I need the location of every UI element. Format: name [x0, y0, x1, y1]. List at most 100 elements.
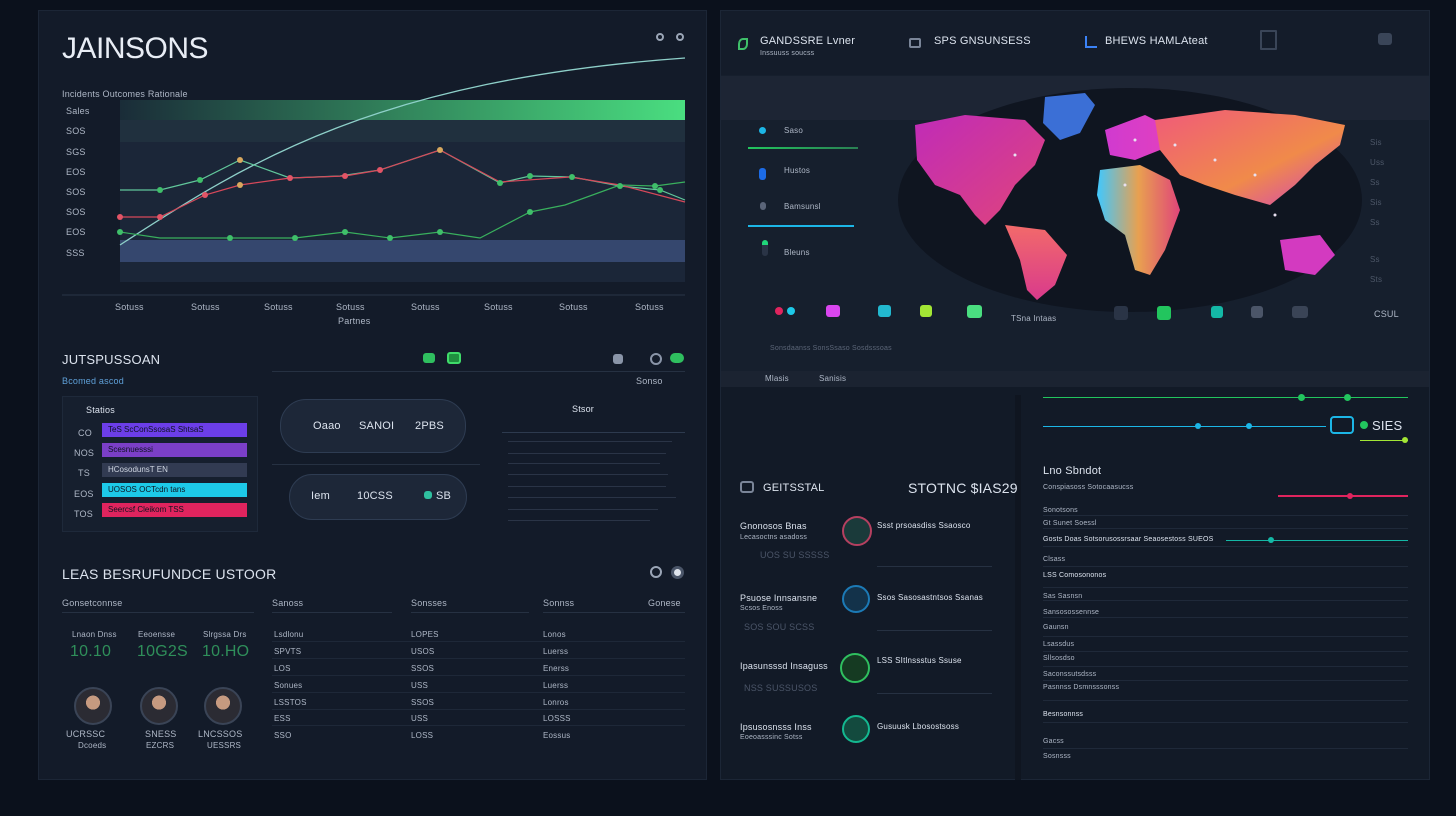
- person-caption: UCRSSC: [66, 729, 106, 739]
- scissors-icon[interactable]: [1251, 306, 1263, 318]
- image-icon[interactable]: [967, 305, 982, 318]
- table-cell: SSOS: [411, 698, 435, 707]
- badge-value: SIES: [1372, 418, 1403, 433]
- x-tick: Sotuss: [264, 302, 293, 312]
- list-title: Lno Sbndot: [1043, 465, 1102, 477]
- table-cell: LOPES: [411, 630, 439, 639]
- list-item[interactable]: Gosts Doas Sotsorusossrsaar Seaosestoss …: [1043, 536, 1213, 543]
- performance-line-chart: [62, 57, 686, 296]
- list-item[interactable]: Gacss: [1043, 738, 1064, 745]
- mid-row-right: Ssos Sasosastntsos Ssanas: [877, 593, 983, 602]
- progress-dot[interactable]: [1246, 423, 1252, 429]
- list-item[interactable]: Sllsosdso: [1043, 655, 1075, 662]
- list-item[interactable]: Clsass: [1043, 556, 1065, 563]
- globe-icon[interactable]: [842, 715, 870, 743]
- grid-view-icon[interactable]: [447, 352, 461, 364]
- toggle-icon[interactable]: [671, 566, 684, 579]
- box-icon[interactable]: [878, 305, 891, 317]
- column-header[interactable]: Sonsses: [411, 598, 447, 608]
- list-item[interactable]: Sosnsss: [1043, 753, 1071, 760]
- map-label: Uss: [1370, 158, 1385, 167]
- row-icon[interactable]: [842, 516, 872, 546]
- column-header[interactable]: Gonese: [648, 598, 681, 608]
- status-bar[interactable]: UOSOS OCTcdn tans: [102, 483, 247, 497]
- check-icon[interactable]: [1157, 306, 1171, 320]
- mid-row-sub: Eoeoasssinc Sotss: [740, 734, 803, 741]
- user-icon[interactable]: [1378, 33, 1392, 45]
- avatar[interactable]: [74, 687, 112, 725]
- progress-dot[interactable]: [1195, 423, 1201, 429]
- list-item[interactable]: Saconssutsdsss: [1043, 671, 1096, 678]
- status-bar[interactable]: TeS ScConSsosaS ShtsaS: [102, 423, 247, 437]
- stat-pill-value: 2PBS: [415, 420, 444, 432]
- person-name: Lnaon Dnss: [72, 630, 117, 639]
- progress-track: [1360, 440, 1408, 441]
- table-cell: Lonros: [543, 698, 569, 707]
- table-cell: SPVTS: [274, 647, 302, 656]
- avatar[interactable]: [204, 687, 242, 725]
- header-item-title[interactable]: BHEWS HAMLAteat: [1105, 35, 1208, 47]
- status-bar[interactable]: Scesnuesssi: [102, 443, 247, 457]
- chart-toggle-icon[interactable]: [423, 353, 435, 363]
- share-icon[interactable]: [670, 353, 684, 363]
- person-caption: SNESS: [145, 729, 177, 739]
- table-cell: Luerss: [543, 647, 569, 656]
- header-item-title[interactable]: SPS GNSUNSESS: [934, 35, 1031, 47]
- bolt-icon[interactable]: [840, 653, 870, 683]
- mid-row-title[interactable]: Ipsusosnsss Inss: [740, 722, 812, 732]
- column-header[interactable]: Sonnss: [543, 598, 574, 608]
- pin-icon[interactable]: [787, 307, 795, 315]
- mid-row-title[interactable]: Gnonosos Bnas: [740, 521, 807, 531]
- legend-icon: [762, 240, 768, 256]
- sort-icon[interactable]: [424, 491, 432, 499]
- progress-dot[interactable]: [1344, 394, 1351, 401]
- list-item[interactable]: Besnsonnss: [1043, 711, 1083, 718]
- map-label: Ss: [1370, 178, 1380, 187]
- list-item[interactable]: Sonotsons: [1043, 507, 1078, 514]
- section-right-label: Sonso: [636, 376, 663, 386]
- header-item-sub: Inssuuss soucss: [760, 50, 815, 57]
- tab-item[interactable]: Sanisis: [819, 374, 846, 383]
- status-bar[interactable]: Seercsf Cleikom TSS: [102, 503, 247, 517]
- table-cell: LOSSS: [543, 714, 571, 723]
- y-tick: SSS: [66, 248, 85, 258]
- plus-icon[interactable]: [920, 305, 932, 317]
- list-item[interactable]: Lsassdus: [1043, 641, 1074, 648]
- robot-icon[interactable]: [1211, 306, 1223, 318]
- column-header[interactable]: Gonsetconnse: [62, 598, 122, 608]
- status-bar[interactable]: HCosodunsT EN: [102, 463, 247, 477]
- refresh-icon[interactable]: [650, 353, 662, 365]
- search-icon[interactable]: [650, 566, 662, 578]
- list-item[interactable]: Sansosossennse: [1043, 609, 1099, 616]
- list-item[interactable]: Sas Sasnsn: [1043, 593, 1082, 600]
- table-cell: LOSS: [411, 731, 434, 740]
- folder-icon[interactable]: [1292, 306, 1308, 318]
- list-item[interactable]: Gaunsn: [1043, 624, 1069, 631]
- list-item[interactable]: Gt Sunet Soessl: [1043, 520, 1097, 527]
- header-item-title[interactable]: GANDSSRE Lvner: [760, 35, 855, 47]
- bookmark-icon[interactable]: [613, 354, 623, 364]
- column-header[interactable]: Sanoss: [272, 598, 303, 608]
- flag-icon[interactable]: [826, 305, 840, 317]
- list-item[interactable]: LSS Comosononos: [1043, 572, 1106, 579]
- mid-row-extra: UOS SU SSSSS: [760, 550, 830, 560]
- status-row-num: TOS: [74, 509, 93, 519]
- x-tick: Sotuss: [635, 302, 664, 312]
- shield-icon[interactable]: [842, 585, 870, 613]
- progress-dot[interactable]: [1298, 394, 1305, 401]
- document-icon[interactable]: [1260, 30, 1277, 50]
- y-tick: Sales: [66, 106, 90, 116]
- mid-row-title[interactable]: Ipasunsssd Insaguss: [740, 661, 828, 671]
- pin-icon[interactable]: [775, 307, 783, 315]
- chart-icon[interactable]: [1114, 306, 1128, 320]
- progress-dot[interactable]: [1402, 437, 1408, 443]
- list-item[interactable]: Pasnnss Dsmnsssonss: [1043, 684, 1119, 691]
- mid-row-right: Gusuusk Lbosostsoss: [877, 722, 960, 731]
- section-subtitle: Bcomed ascod: [62, 376, 124, 386]
- mid-row-title[interactable]: Psuose Innsansne: [740, 593, 817, 603]
- tab-item[interactable]: Mlasis: [765, 374, 789, 383]
- progress-track: [1043, 426, 1326, 427]
- status-box-title: Statios: [86, 405, 115, 415]
- avatar[interactable]: [140, 687, 178, 725]
- progress-dot[interactable]: [1268, 537, 1274, 543]
